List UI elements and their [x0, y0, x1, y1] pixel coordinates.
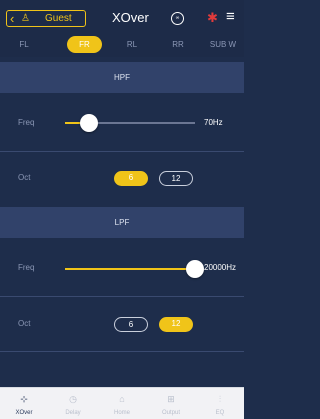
hpf-oct-12-button[interactable]: 12	[159, 171, 193, 186]
bluetooth-icon[interactable]: ✱	[207, 9, 218, 27]
nav-delay-label: Delay	[65, 410, 81, 416]
lpf-freq-slider-thumb[interactable]	[186, 260, 204, 278]
hpf-freq-row: Freq 70Hz	[0, 93, 244, 151]
lpf-freq-label: Freq	[18, 263, 35, 272]
lpf-header: LPF	[0, 207, 244, 238]
tab-sub-w[interactable]: SUB W	[202, 36, 244, 53]
crossover-icon: ⊹	[20, 394, 28, 404]
tab-rl[interactable]: RL	[114, 36, 150, 53]
top-bar: ‹ ♙ Guest XOver ∞ ✱ ≡	[0, 0, 244, 31]
hpf-freq-label: Freq	[18, 118, 35, 127]
hpf-header: HPF	[0, 62, 244, 93]
hpf-oct-6-button[interactable]: 6	[114, 171, 148, 186]
hpf-freq-slider-thumb[interactable]	[79, 114, 98, 132]
tab-fl[interactable]: FL	[6, 36, 42, 53]
bottom-nav: ⊹ XOver ◷ Delay ⌂ Home ⊞ Output ⫶ EQ	[0, 387, 244, 419]
clock-icon: ◷	[69, 394, 77, 404]
nav-output-label: Output	[161, 410, 180, 416]
equalizer-icon: ⫶	[218, 394, 222, 404]
link-circle-icon[interactable]: ∞	[171, 12, 184, 25]
nav-output[interactable]: ⊞ Output	[147, 388, 195, 419]
lpf-oct-6-button[interactable]: 6	[114, 317, 148, 332]
divider	[0, 351, 244, 352]
back-chevron-icon: ‹	[10, 11, 15, 26]
channel-tabs: FL FR RL RR SUB W	[0, 31, 244, 57]
hpf-freq-value: 70Hz	[204, 118, 223, 127]
nav-eq-label: EQ	[215, 410, 225, 416]
nav-home-label: Home	[113, 410, 130, 416]
lpf-oct-12-button[interactable]: 12	[159, 317, 193, 332]
home-icon: ⌂	[119, 394, 125, 404]
tab-rr[interactable]: RR	[160, 36, 196, 53]
nav-xover-label: XOver	[15, 410, 33, 416]
user-icon: ♙	[21, 13, 30, 24]
guest-button[interactable]: ‹ ♙ Guest	[6, 10, 86, 27]
hpf-oct-label: Oct	[18, 173, 31, 182]
lpf-oct-label: Oct	[18, 319, 31, 328]
guest-label: Guest	[45, 13, 72, 24]
lpf-freq-slider-fill	[65, 268, 195, 270]
lpf-oct-row: Oct 6 12	[0, 297, 244, 351]
menu-icon[interactable]: ≡	[226, 8, 235, 26]
page-title: XOver	[112, 10, 149, 25]
nav-eq[interactable]: ⫶ EQ	[196, 388, 244, 419]
nav-xover[interactable]: ⊹ XOver	[0, 388, 48, 419]
grid-icon: ⊞	[167, 394, 175, 404]
lpf-freq-slider[interactable]	[65, 268, 195, 270]
tab-fr[interactable]: FR	[67, 36, 102, 53]
nav-home[interactable]: ⌂ Home	[98, 388, 146, 419]
lpf-freq-row: Freq 20000Hz	[0, 238, 244, 296]
hpf-oct-row: Oct 6 12	[0, 152, 244, 204]
lpf-freq-value: 20000Hz	[204, 263, 237, 272]
nav-delay[interactable]: ◷ Delay	[49, 388, 97, 419]
